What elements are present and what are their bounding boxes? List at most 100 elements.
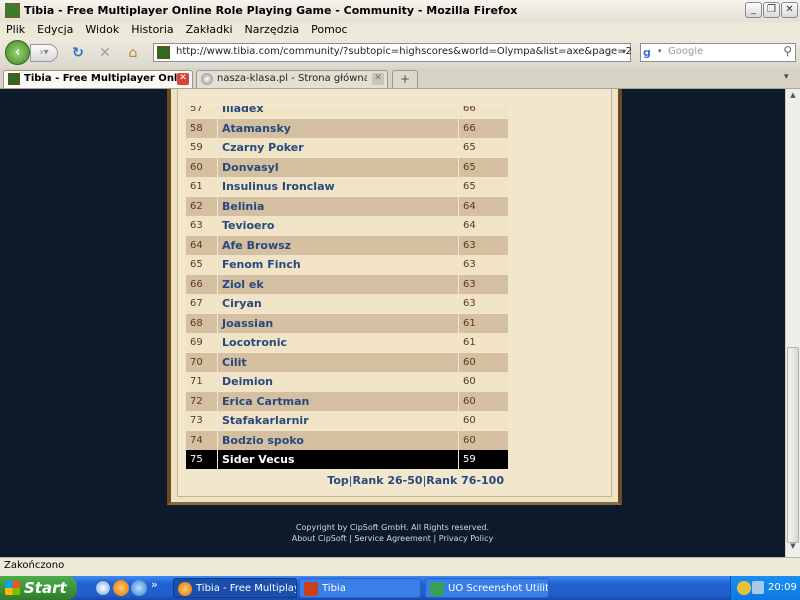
url-bar[interactable]: http://www.tibia.com/community/?subtopic… [153, 43, 632, 62]
level-cell: 61 [459, 333, 508, 352]
menu-tools[interactable]: Narzędzia [245, 22, 300, 38]
new-tab-button[interactable]: + [392, 70, 418, 88]
engine-dropdown-icon[interactable]: ▾ [658, 47, 662, 55]
table-row: 60 Donvasyl 65 [186, 158, 508, 177]
search-input[interactable]: Google [668, 46, 703, 57]
bookmark-star-icon[interactable]: ☆ [603, 45, 614, 59]
firefox-icon[interactable] [113, 580, 129, 596]
close-tab-icon[interactable]: ✕ [372, 73, 384, 85]
navigation-toolbar: ‹ ›▾ ↻ ✕ ⌂ http://www.tibia.com/communit… [0, 38, 800, 69]
restore-button[interactable]: ❐ [763, 2, 780, 18]
rank-cell: 63 [186, 216, 217, 235]
task-tibia[interactable]: Tibia [299, 578, 421, 598]
menu-file[interactable]: Plik [6, 22, 25, 38]
menu-bar: Plik Edycja Widok Historia Zakładki Narzędzia… [0, 22, 800, 38]
start-button[interactable]: Start [0, 576, 77, 600]
level-cell: 60 [459, 431, 508, 450]
quick-launch-overflow[interactable]: » [151, 578, 158, 591]
site-favicon [157, 46, 170, 59]
back-icon[interactable]: ‹ [5, 40, 30, 65]
table-row: 63 Tevioero 64 [186, 216, 508, 235]
rank-cell: 66 [186, 275, 217, 294]
task-uo-screenshot[interactable]: UO Screenshot Utility [425, 578, 549, 598]
copyright-text: Copyright by CipSoft GmbH. All Rights re… [295, 523, 490, 532]
character-name-link[interactable]: Sider Vecus [218, 450, 458, 469]
tab-nasza-klasa[interactable]: nasza-klasa.pl - Strona główna ✕ [196, 70, 388, 88]
character-name-link[interactable]: Bodzio spoko [218, 431, 458, 450]
rank-cell: 73 [186, 411, 217, 430]
privacy-policy-link[interactable]: Privacy Policy [439, 534, 494, 543]
character-name-link[interactable]: Atamansky [218, 119, 458, 138]
table-row: 61 Insulinus Ironclaw 65 [186, 177, 508, 196]
level-cell: 61 [459, 314, 508, 333]
search-bar[interactable]: g ▾ Google ⚲ [640, 43, 796, 62]
tab-list-icon[interactable]: ▾ [784, 72, 789, 82]
character-name-link[interactable]: Cilit [218, 353, 458, 372]
scroll-up-icon[interactable]: ▲ [787, 91, 799, 103]
character-name-link[interactable]: Fenom Finch [218, 255, 458, 274]
tab-tibia[interactable]: Tibia - Free Multiplayer Online Ro... ✕ [3, 70, 193, 88]
rank-cell: 71 [186, 372, 217, 391]
ie-icon[interactable] [131, 580, 147, 596]
menu-history[interactable]: Historia [131, 22, 173, 38]
reload-icon[interactable]: ↻ [70, 45, 86, 61]
url-dropdown-icon[interactable]: ▾ [622, 47, 626, 56]
character-name-link[interactable]: Ziol ek [218, 275, 458, 294]
character-name-link[interactable]: Joassian [218, 314, 458, 333]
menu-edit[interactable]: Edycja [37, 22, 73, 38]
separator: | [433, 534, 437, 543]
show-desktop-icon[interactable] [95, 580, 111, 596]
menu-view[interactable]: Widok [85, 22, 119, 38]
close-window-button[interactable]: ✕ [781, 2, 798, 18]
url-text[interactable]: http://www.tibia.com/community/?subtopic… [176, 46, 632, 57]
character-name-link[interactable]: Belinia [218, 197, 458, 216]
rank-cell: 59 [186, 138, 217, 157]
prev-page-link[interactable]: Rank 26-50 [353, 474, 423, 487]
character-name-link[interactable]: Afe Browsz [218, 236, 458, 255]
window-title-bar: Tibia - Free Multiplayer Online Role Pla… [0, 0, 800, 23]
scroll-down-icon[interactable]: ▼ [787, 542, 799, 554]
table-row: 75 Sider Vecus 59 [186, 450, 508, 469]
next-page-link[interactable]: Rank 76-100 [426, 474, 504, 487]
start-label: Start [24, 579, 67, 597]
tray-network-icon[interactable] [752, 581, 764, 594]
table-row: 67 Ciryan 63 [186, 294, 508, 313]
app-icon [5, 3, 20, 18]
level-cell: 65 [459, 158, 508, 177]
character-name-link[interactable]: Donvasyl [218, 158, 458, 177]
pagination: Top|Rank 26-50|Rank 76-100 [186, 474, 504, 490]
task-tibia-firefox[interactable]: Tibia - Free Multiplay... [173, 578, 297, 598]
scroll-thumb[interactable] [787, 347, 799, 543]
level-cell: 60 [459, 372, 508, 391]
tray-app-icon[interactable] [737, 581, 751, 595]
table-row: 68 Joassian 61 [186, 314, 508, 333]
home-icon[interactable]: ⌂ [125, 45, 141, 61]
menu-bookmarks[interactable]: Zakładki [186, 22, 233, 38]
table-row: 72 Erica Cartman 60 [186, 392, 508, 411]
firefox-icon [178, 582, 192, 596]
character-name-link[interactable]: Locotronic [218, 333, 458, 352]
character-name-link[interactable]: Erica Cartman [218, 392, 458, 411]
character-name-link[interactable]: Tevioero [218, 216, 458, 235]
google-engine-icon[interactable]: g [643, 46, 657, 59]
magnifier-icon[interactable]: ⚲ [783, 44, 792, 58]
service-agreement-link[interactable]: Service Agreement [354, 534, 431, 543]
stop-icon[interactable]: ✕ [97, 45, 113, 61]
level-cell: 59 [459, 450, 508, 469]
character-name-link[interactable]: Czarny Poker [218, 138, 458, 157]
character-name-link[interactable]: Deimion [218, 372, 458, 391]
tibia-client-icon [304, 582, 318, 596]
character-name-link[interactable]: Ciryan [218, 294, 458, 313]
character-name-link[interactable]: Insulinus Ironclaw [218, 177, 458, 196]
rank-cell: 74 [186, 431, 217, 450]
forward-icon[interactable]: ›▾ [30, 44, 58, 62]
top-link[interactable]: Top [327, 474, 348, 487]
close-tab-icon[interactable]: ✕ [177, 73, 189, 85]
character-name-link[interactable]: Stafakarlarnir [218, 411, 458, 430]
menu-help[interactable]: Pomoc [311, 22, 347, 38]
about-link[interactable]: About CipSoft [292, 534, 347, 543]
level-cell: 60 [459, 353, 508, 372]
status-bar: Zakończono [0, 557, 800, 576]
minimize-button[interactable]: _ [745, 2, 762, 18]
vertical-scrollbar[interactable]: ▲ ▼ [785, 89, 800, 557]
